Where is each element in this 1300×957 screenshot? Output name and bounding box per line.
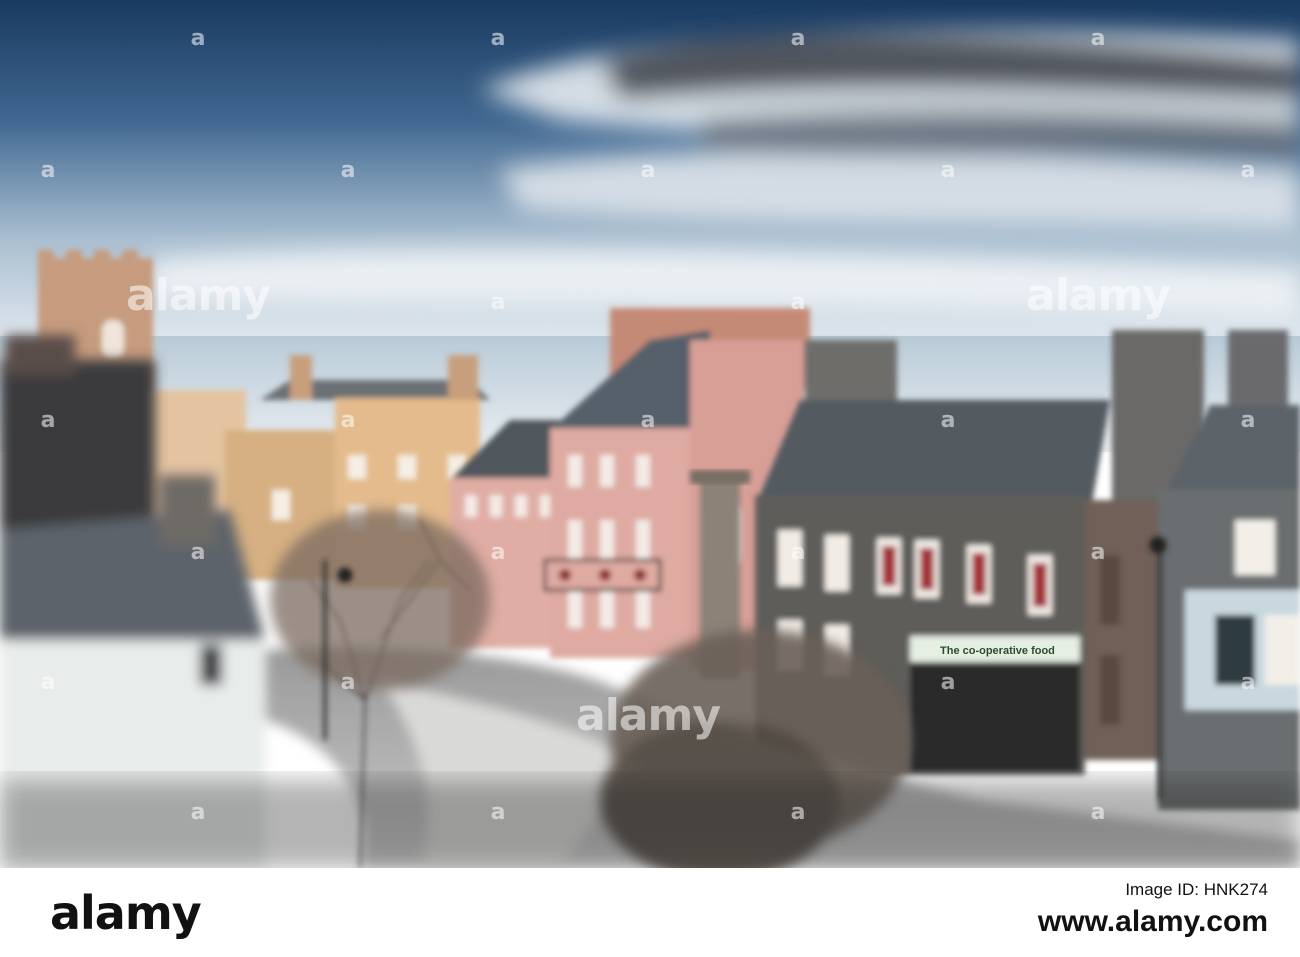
stock-footer-bar: alamy Image ID: HNK274 www.alamy.com: [0, 868, 1300, 957]
town-square-scene: The co-operative food: [0, 0, 1300, 868]
tree-left: [270, 510, 490, 690]
site-url: www.alamy.com: [1037, 905, 1268, 938]
footer-info: Image ID: HNK274 www.alamy.com: [1038, 878, 1268, 942]
photograph: The co-operative food a a a a a a a a a …: [0, 0, 1300, 868]
shop-sign: The co-operative food: [940, 645, 1055, 657]
alamy-logo: alamy: [50, 886, 202, 940]
image-id: Image ID: HNK274: [1125, 880, 1268, 899]
